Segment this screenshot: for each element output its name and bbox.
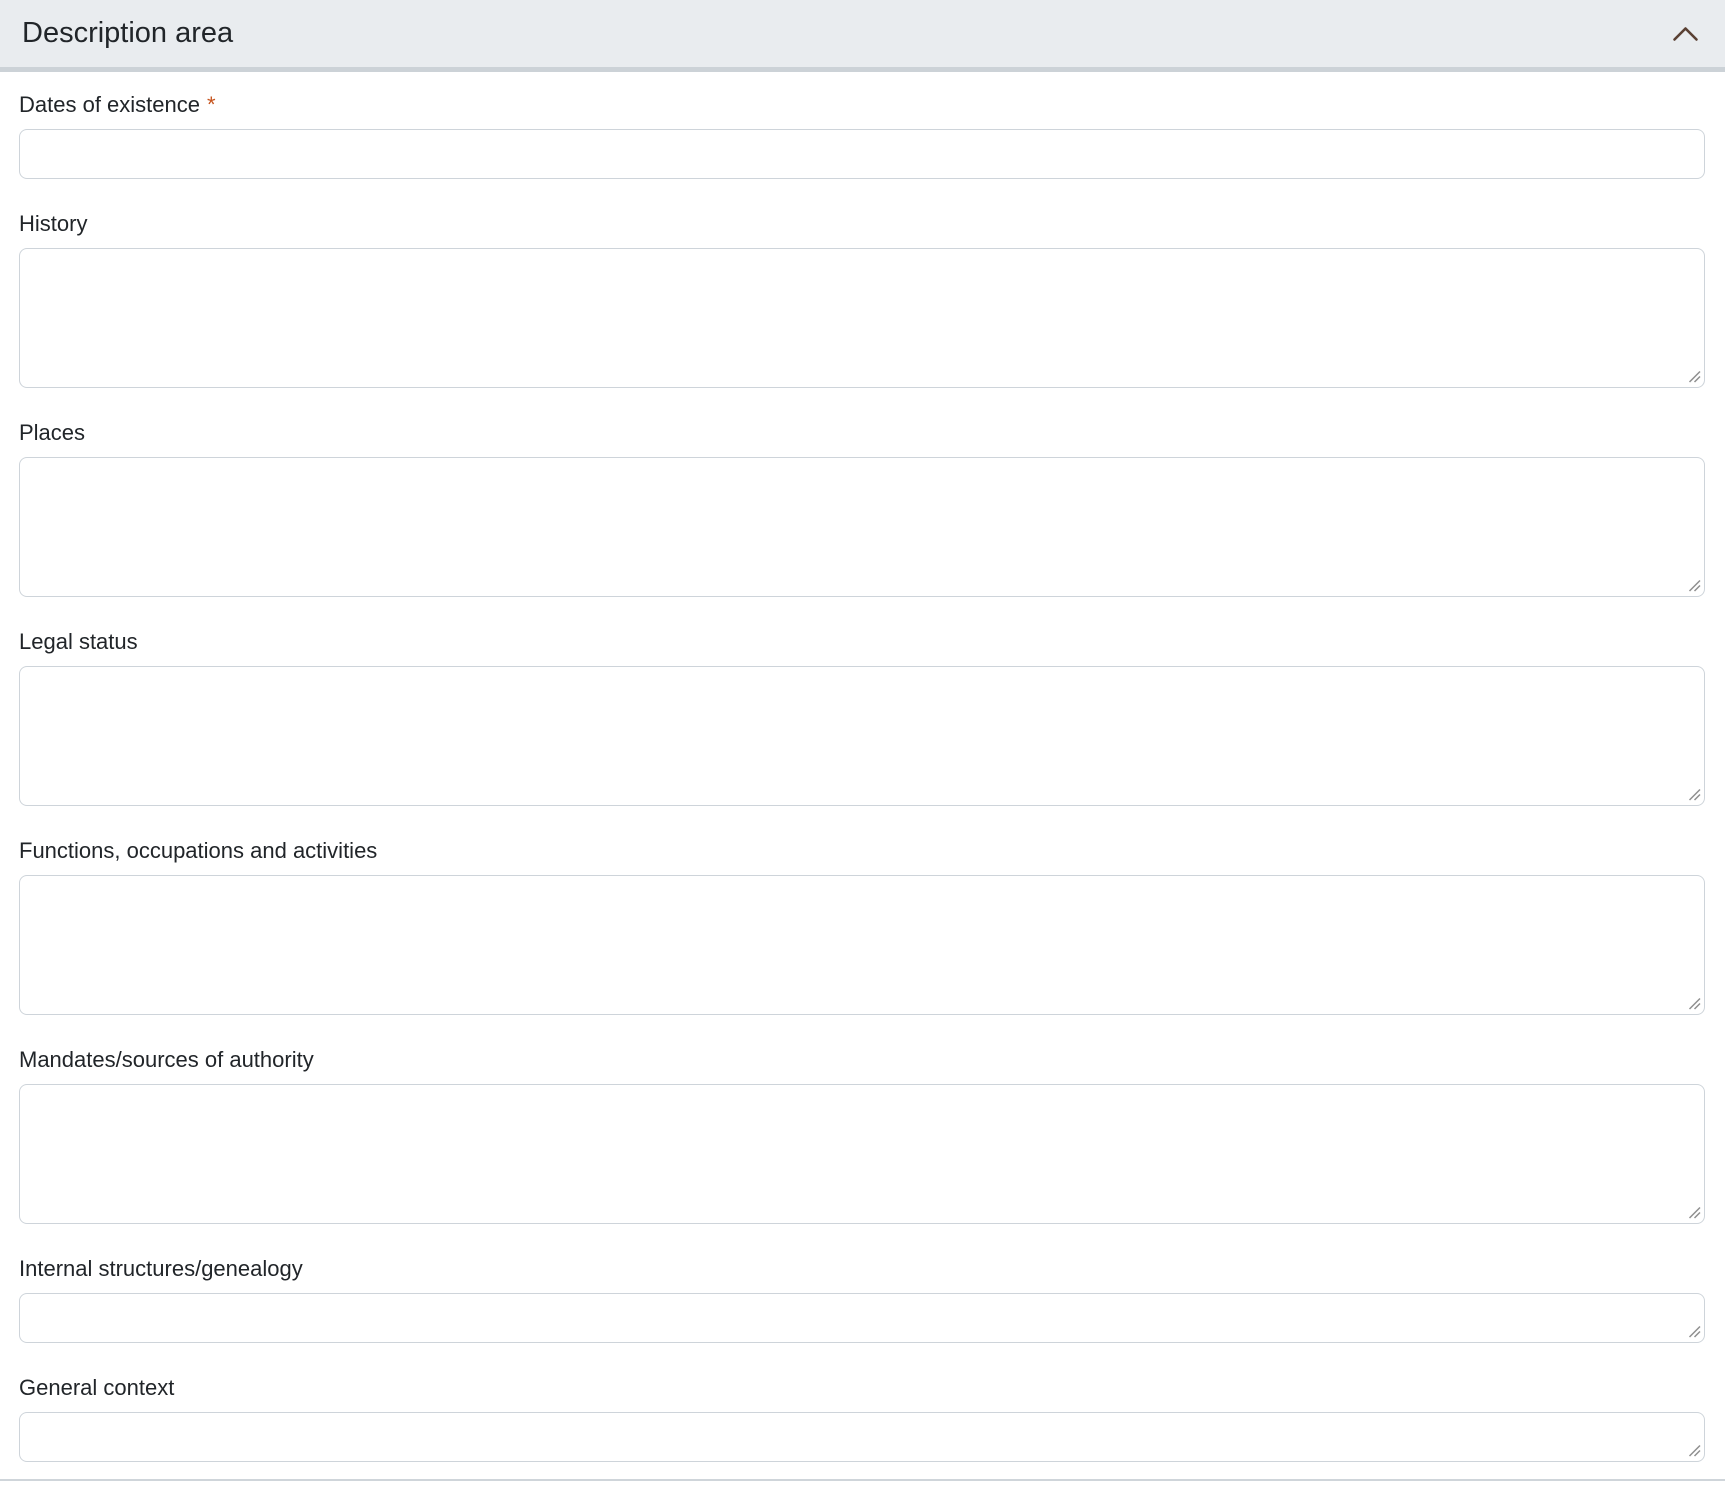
required-asterisk: *	[207, 92, 216, 117]
section-title: Description area	[22, 16, 233, 51]
field-group-functions-occupations-activities: Functions, occupations and activities	[19, 834, 1705, 1015]
mandates-sources-of-authority-label: Mandates/sources of authority	[19, 1043, 1705, 1076]
places-label: Places	[19, 416, 1705, 449]
general-context-label: General context	[19, 1371, 1705, 1404]
field-group-mandates-sources-of-authority: Mandates/sources of authority	[19, 1043, 1705, 1224]
legal-status-textarea[interactable]	[19, 666, 1705, 806]
field-group-internal-structures-genealogy: Internal structures/genealogy	[19, 1252, 1705, 1343]
field-group-places: Places	[19, 416, 1705, 597]
internal-structures-genealogy-textarea[interactable]	[19, 1293, 1705, 1343]
field-group-legal-status: Legal status	[19, 625, 1705, 806]
history-label: History	[19, 207, 1705, 240]
mandates-sources-of-authority-textarea[interactable]	[19, 1084, 1705, 1224]
field-group-general-context: General context	[19, 1371, 1705, 1462]
field-group-history: History	[19, 207, 1705, 388]
collapse-section-button[interactable]	[1670, 21, 1701, 46]
description-area-section-header[interactable]: Description area	[0, 0, 1725, 72]
history-textarea[interactable]	[19, 248, 1705, 388]
dates-of-existence-label: Dates of existence *	[19, 88, 1705, 121]
legal-status-label: Legal status	[19, 625, 1705, 658]
places-textarea[interactable]	[19, 457, 1705, 597]
description-area-form: Dates of existence * History Places	[0, 72, 1725, 1462]
internal-structures-genealogy-label: Internal structures/genealogy	[19, 1252, 1705, 1285]
dates-of-existence-label-text: Dates of existence	[19, 92, 200, 117]
chevron-up-icon[interactable]	[1672, 25, 1699, 42]
functions-occupations-activities-label: Functions, occupations and activities	[19, 834, 1705, 867]
section-divider	[0, 1479, 1725, 1485]
functions-occupations-activities-textarea[interactable]	[19, 875, 1705, 1015]
general-context-textarea[interactable]	[19, 1412, 1705, 1462]
dates-of-existence-input[interactable]	[19, 129, 1705, 179]
field-group-dates-of-existence: Dates of existence *	[19, 88, 1705, 179]
